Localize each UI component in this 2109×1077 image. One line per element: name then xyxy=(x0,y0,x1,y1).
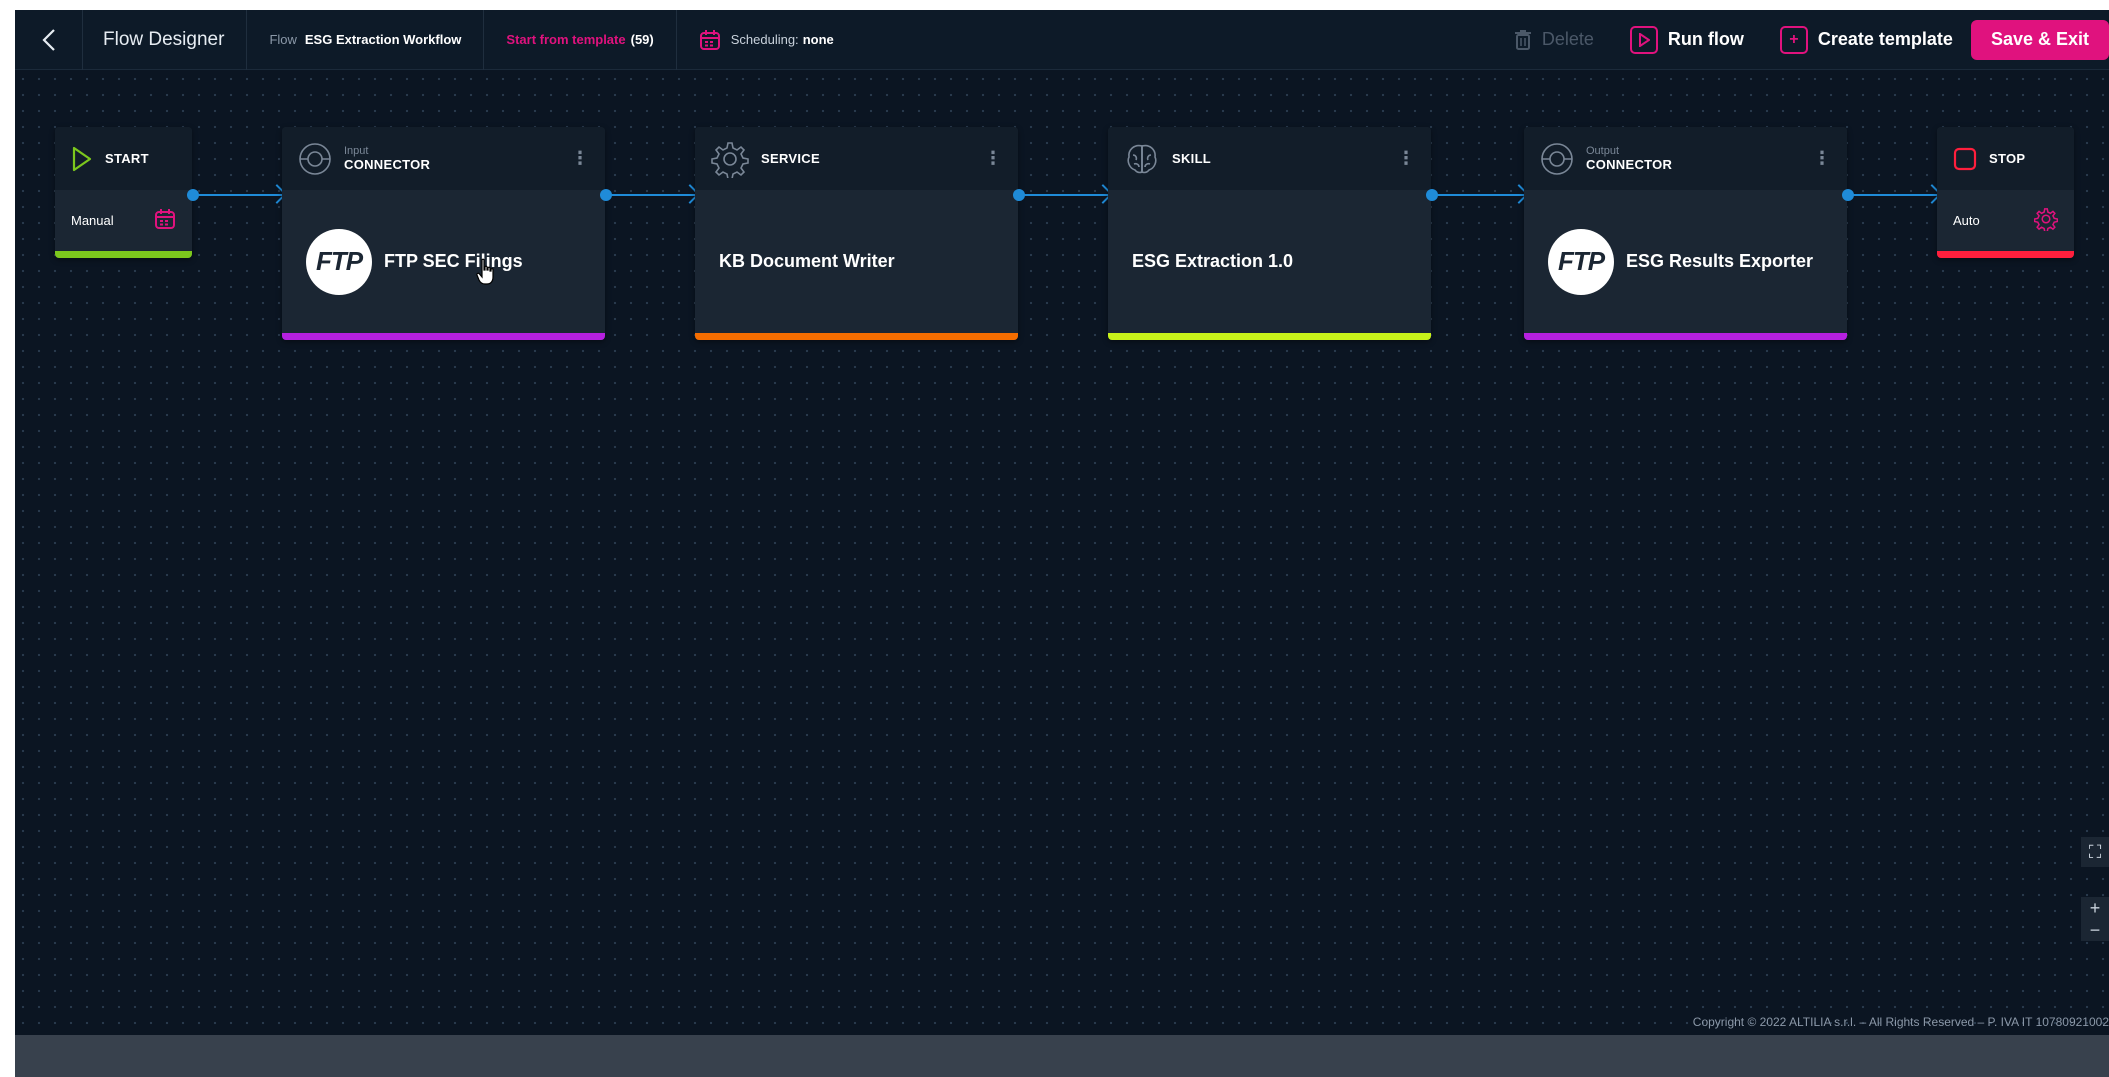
stop-mode: Auto xyxy=(1953,213,1980,228)
stop-node-body: Auto xyxy=(1937,190,2074,251)
create-template-button[interactable]: + Create template xyxy=(1762,25,1971,54)
node-menu-button[interactable]: ⋮ xyxy=(1397,148,1415,169)
skill-node[interactable]: SKILL ⋮ ESG Extraction 1.0 xyxy=(1108,127,1431,340)
zoom-in-button[interactable]: + xyxy=(2081,897,2109,919)
node-body: KB Document Writer xyxy=(695,190,1018,333)
flow-info: Flow ESG Extraction Workflow xyxy=(247,10,485,70)
plus-icon: + xyxy=(2089,897,2101,918)
stop-node-status-bar xyxy=(1937,251,2074,258)
delete-button[interactable]: Delete xyxy=(1496,29,1612,51)
node-header: Input CONNECTOR ⋮ xyxy=(282,127,605,190)
trash-icon xyxy=(1514,29,1531,50)
gear-icon xyxy=(711,141,749,178)
node-menu-button[interactable]: ⋮ xyxy=(984,148,1002,169)
stop-node-header: STOP xyxy=(1937,127,2074,190)
calendar-icon xyxy=(699,29,720,50)
node-type: SERVICE xyxy=(761,151,820,166)
play-icon xyxy=(1629,25,1658,54)
top-bar: Flow Designer Flow ESG Extraction Workfl… xyxy=(15,10,2109,70)
calendar-icon[interactable] xyxy=(154,208,176,233)
play-icon xyxy=(72,146,92,171)
output-connector-node[interactable]: Output CONNECTOR ⋮ FTP ESG Results Expor… xyxy=(1524,127,1847,340)
connector-edge[interactable] xyxy=(187,184,287,204)
node-header: SKILL ⋮ xyxy=(1108,127,1431,190)
plus-icon: + xyxy=(1779,25,1808,54)
scheduling-button[interactable]: Scheduling: none xyxy=(677,10,856,70)
flow-canvas[interactable]: START Manual Input CONNECTOR ⋮ FTP FTP S… xyxy=(15,71,2109,1035)
node-menu-button[interactable]: ⋮ xyxy=(571,148,589,169)
save-exit-button[interactable]: Save & Exit xyxy=(1970,19,2109,60)
start-mode: Manual xyxy=(71,213,114,228)
node-status-bar xyxy=(1108,333,1431,340)
node-subtype: Input xyxy=(344,145,369,157)
connector-icon xyxy=(1541,142,1573,175)
start-node-body: Manual xyxy=(55,190,192,251)
gear-icon[interactable] xyxy=(2033,207,2059,234)
node-menu-button[interactable]: ⋮ xyxy=(1813,148,1831,169)
connector-edge[interactable] xyxy=(600,184,700,204)
node-name: FTP SEC Filings xyxy=(384,251,523,271)
scheduling-value: none xyxy=(802,32,834,47)
stop-node[interactable]: STOP Auto xyxy=(1937,127,2074,258)
node-type: CONNECTOR xyxy=(344,157,431,172)
template-label: Start from template xyxy=(506,32,626,47)
flow-designer-app: Flow Designer Flow ESG Extraction Workfl… xyxy=(15,10,2109,1077)
run-flow-label: Run flow xyxy=(1667,29,1744,49)
copyright-text: Copyright © 2022 ALTILIA s.r.l. – All Ri… xyxy=(1692,1015,2109,1029)
connector-edge[interactable] xyxy=(1426,184,1529,204)
stop-icon xyxy=(1953,147,1977,170)
ftp-logo: FTP xyxy=(1548,228,1614,295)
create-template-label: Create template xyxy=(1817,29,1953,49)
fit-view-icon: ⛶ xyxy=(2088,841,2102,862)
node-body: ESG Extraction 1.0 xyxy=(1108,190,1431,333)
scheduling-label: Scheduling: xyxy=(730,32,799,47)
bottom-strip xyxy=(15,1035,2109,1077)
app-title: Flow Designer xyxy=(83,10,248,70)
top-actions: Delete Run flow + Create template Save &… xyxy=(1496,10,2109,70)
delete-label: Delete xyxy=(1541,29,1594,49)
chevron-left-icon xyxy=(41,28,55,51)
start-node-status-bar xyxy=(55,251,192,258)
node-status-bar xyxy=(1524,333,1847,340)
flow-label: Flow xyxy=(269,32,297,47)
start-node-title: START xyxy=(105,151,149,166)
ftp-logo: FTP xyxy=(306,228,372,295)
flow-name: ESG Extraction Workflow xyxy=(304,32,462,47)
connector-edge[interactable] xyxy=(1013,184,1113,204)
start-node-header: START xyxy=(55,127,192,190)
stop-node-title: STOP xyxy=(1989,151,2026,166)
connector-handle[interactable] xyxy=(1842,189,1854,201)
brain-icon xyxy=(1127,144,1157,173)
start-node[interactable]: START Manual xyxy=(55,127,192,258)
node-status-bar xyxy=(695,333,1018,340)
node-type: CONNECTOR xyxy=(1586,157,1673,172)
back-button[interactable] xyxy=(15,10,83,70)
minus-icon: − xyxy=(2089,919,2101,940)
connector-handle[interactable] xyxy=(600,189,612,201)
start-from-template-link[interactable]: Start from template (59) xyxy=(484,10,677,70)
node-name: ESG Extraction 1.0 xyxy=(1132,251,1294,271)
connector-handle[interactable] xyxy=(1426,189,1438,201)
node-name: KB Document Writer xyxy=(719,251,895,271)
node-header: SERVICE ⋮ xyxy=(695,127,1018,190)
connector-icon xyxy=(299,142,331,175)
run-flow-button[interactable]: Run flow xyxy=(1612,25,1762,54)
node-body: FTP ESG Results Exporter xyxy=(1524,190,1847,333)
service-node[interactable]: SERVICE ⋮ KB Document Writer xyxy=(695,127,1018,340)
node-name: ESG Results Exporter xyxy=(1626,251,1814,271)
node-type: SKILL xyxy=(1172,151,1212,166)
connector-handle[interactable] xyxy=(1013,189,1025,201)
zoom-out-button[interactable]: − xyxy=(2081,919,2109,941)
hand-cursor-icon xyxy=(476,258,494,285)
fit-view-button[interactable]: ⛶ xyxy=(2081,837,2109,867)
template-count: (59) xyxy=(630,32,654,47)
node-status-bar xyxy=(282,333,605,340)
input-connector-node[interactable]: Input CONNECTOR ⋮ FTP FTP SEC Filings xyxy=(282,127,605,340)
node-header: Output CONNECTOR ⋮ xyxy=(1524,127,1847,190)
node-subtype: Output xyxy=(1586,145,1620,157)
node-body: FTP FTP SEC Filings xyxy=(282,190,605,333)
connector-handle[interactable] xyxy=(187,189,199,201)
connector-edge[interactable] xyxy=(1842,184,1942,204)
